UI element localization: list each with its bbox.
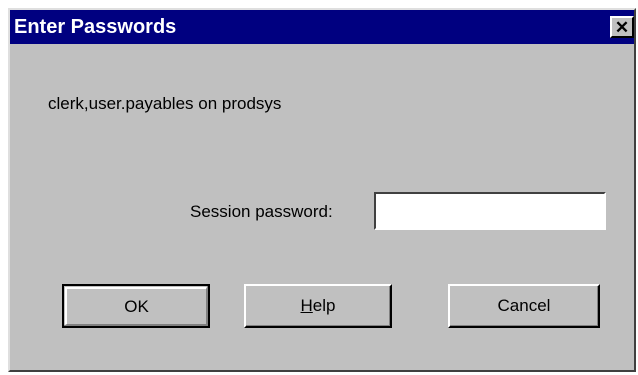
window-title: Enter Passwords [14,16,177,38]
session-password-input[interactable] [374,192,606,230]
help-button-label: Help [301,296,336,316]
help-mnemonic: H [300,296,313,315]
close-icon: ✕ [614,17,630,37]
context-label: clerk,user.payables on prodsys [48,94,282,113]
enter-passwords-dialog: Enter Passwords ✕ clerk,user.payables on… [8,8,636,372]
title-bar[interactable]: Enter Passwords ✕ [10,10,634,44]
close-button[interactable]: ✕ [610,16,634,38]
cancel-button[interactable]: Cancel [448,284,600,328]
help-button[interactable]: Help [244,284,392,328]
ok-button-focus-frame: OK [65,287,207,325]
session-password-label: Session password: [190,202,333,221]
cancel-button-label: Cancel [497,296,551,315]
ok-button[interactable]: OK [62,284,210,328]
ok-button-label: OK [124,296,149,316]
help-label-rest: elp [312,296,336,315]
